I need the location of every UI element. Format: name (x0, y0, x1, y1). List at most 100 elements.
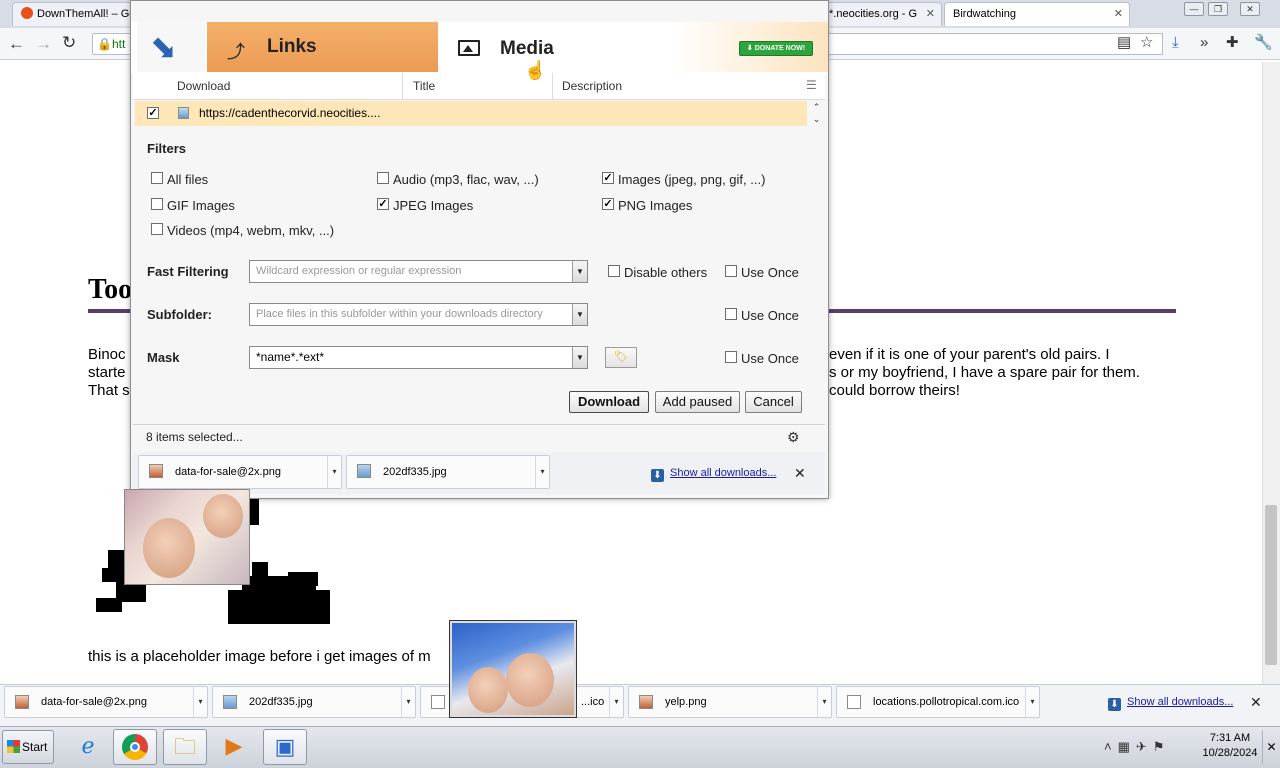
list-scrollbar[interactable]: ⌃ ⌄ (808, 101, 825, 130)
subfolder-input[interactable]: Place files in this subfolder within you… (249, 303, 588, 326)
filters-heading: Filters (147, 141, 187, 156)
browser-tab-birdwatching[interactable]: Birdwatching ✕ (944, 2, 1130, 26)
mask-use-once-checkbox[interactable] (725, 351, 737, 363)
tab-media[interactable]: Media (438, 22, 672, 72)
gear-icon[interactable]: ⚙ (787, 429, 800, 446)
column-picker-icon[interactable]: ☰ (806, 78, 817, 92)
fast-filtering-use-once-checkbox[interactable] (725, 265, 737, 277)
subfolder-use-once-checkbox[interactable] (725, 308, 737, 320)
downloads-icon[interactable]: ⤓ (1172, 34, 1179, 52)
show-desktop-button[interactable]: ✕ (1262, 730, 1280, 764)
maximize-button-2[interactable]: ❐ (1208, 2, 1228, 16)
chevron-down-icon[interactable]: ▾ (817, 687, 831, 717)
show-all-downloads-link[interactable]: ⬇ Show all downloads... (1108, 696, 1233, 711)
filter-videos-checkbox[interactable] (151, 223, 163, 235)
clock[interactable]: 7:31 AM 10/28/2024 (1198, 731, 1262, 761)
extensions-icon[interactable]: ✚ (1226, 34, 1239, 52)
chrome-taskbar-icon[interactable] (113, 729, 157, 765)
close-tab-icon[interactable]: ✕ (1114, 3, 1123, 25)
filter-jpeg-label: JPEG Images (393, 198, 474, 213)
chevron-down-icon[interactable]: ▼ (572, 347, 587, 368)
chevron-down-icon[interactable]: ▾ (327, 456, 341, 488)
mask-tag-button[interactable]: 🏷 (605, 347, 637, 368)
tab-links[interactable]: ⤴ Links (207, 22, 438, 72)
overflow-chevron-icon[interactable]: » (1200, 34, 1208, 52)
column-download[interactable]: Download (167, 73, 403, 100)
mouse-cursor-icon: ☝ (524, 60, 547, 80)
chevron-down-icon[interactable]: ▾ (401, 687, 415, 717)
ie-taskbar-icon[interactable]: ℯ (66, 729, 110, 765)
explorer-taskbar-icon[interactable]: 🗀 (163, 729, 207, 765)
browser-tab-downthemall[interactable]: DownThemAll! – Ge (12, 2, 136, 26)
jpg-file-icon (223, 695, 237, 709)
page-caption: this is a placeholder image before i get… (88, 648, 431, 665)
close-window-button-2[interactable]: ✕ (1240, 2, 1260, 16)
back-icon[interactable]: ← (8, 34, 25, 54)
shelf-download-item[interactable]: locations.pollotropical.com.ico ▾ (836, 686, 1040, 718)
download-arrow-icon: ⬇ (1108, 698, 1121, 711)
media-player-taskbar-icon[interactable]: ▶ (212, 729, 256, 765)
wrench-icon[interactable]: 🔧 (1254, 34, 1273, 52)
mask-label: Mask (147, 350, 180, 365)
reload-icon[interactable]: ↻ (62, 33, 76, 53)
reader-icon[interactable]: ▤ (1117, 34, 1131, 52)
chevron-down-icon[interactable]: ▾ (1025, 687, 1039, 717)
system-tray[interactable]: ˄▦✈⚑ (1104, 730, 1200, 764)
png-file-icon (639, 695, 653, 709)
filter-audio-checkbox[interactable] (377, 172, 389, 184)
image-icon (458, 40, 480, 56)
dialog-shelf-item[interactable]: 202df335.jpg ▾ (346, 455, 550, 489)
start-button[interactable]: Start (2, 730, 54, 764)
disable-others-label: Disable others (624, 265, 708, 280)
chevron-down-icon[interactable]: ▾ (609, 687, 623, 717)
chevron-down-icon[interactable]: ▾ (535, 456, 549, 488)
app-taskbar-icon[interactable]: ▣ (263, 729, 307, 765)
tag-icon: 🏷 (614, 351, 628, 363)
disable-others-checkbox[interactable] (608, 265, 620, 277)
download-arrow-icon: ⬇ (651, 469, 664, 482)
chevron-down-icon[interactable]: ▾ (193, 687, 207, 717)
forward-icon[interactable]: → (35, 34, 52, 54)
row-checkbox[interactable]: ✓ (147, 107, 159, 119)
close-tab-icon[interactable]: ✕ (926, 3, 935, 25)
address-bar-end[interactable] (828, 33, 1163, 55)
share-icon: ⤴ (227, 42, 245, 62)
column-description[interactable]: Description (552, 73, 802, 100)
donate-button[interactable]: ⬇ DONATE NOW! (739, 41, 813, 56)
image-file-icon (178, 107, 189, 119)
chevron-down-icon[interactable]: ▼ (572, 261, 587, 282)
scrollbar-thumb[interactable] (1265, 505, 1277, 665)
mask-input[interactable]: *name*.*ext* ▼ (249, 346, 588, 369)
dialog-shelf-item[interactable]: data-for-sale@2x.png ▾ (138, 455, 342, 489)
page-paragraph-left: Binoc starte That s (88, 346, 130, 399)
add-paused-button[interactable]: Add paused (655, 391, 740, 413)
shelf-download-item[interactable]: yelp.png ▾ (628, 686, 832, 718)
dialog-show-all-downloads-link[interactable]: ⬇ Show all downloads... (651, 467, 776, 482)
filter-all-files-checkbox[interactable] (151, 172, 163, 184)
page-paragraph-right: even if it is one of your parent's old p… (829, 346, 1140, 399)
selection-status: 8 items selected... (146, 430, 243, 444)
cancel-button[interactable]: Cancel (745, 391, 802, 413)
chevron-down-icon[interactable]: ▼ (572, 304, 587, 325)
filter-gif-checkbox[interactable] (151, 198, 163, 210)
fast-filtering-label: Fast Filtering (147, 264, 229, 279)
png-file-icon (15, 695, 29, 709)
minimize-button-2[interactable]: — (1184, 2, 1204, 16)
download-button[interactable]: Download (569, 391, 649, 413)
use-once-label: Use Once (741, 265, 799, 280)
file-icon (847, 695, 861, 709)
bookmark-star-icon[interactable]: ☆ (1140, 34, 1153, 52)
address-bar[interactable]: 🔒htt (92, 33, 132, 55)
filter-png-label: PNG Images (618, 198, 693, 213)
shelf-download-item[interactable]: 202df335.jpg ▾ (212, 686, 416, 718)
filter-png-checkbox[interactable]: ✓ (602, 198, 614, 210)
dialog-shelf-close-icon[interactable]: ✕ (794, 465, 806, 482)
filter-images-checkbox[interactable]: ✓ (602, 172, 614, 184)
browser-tab-neocities[interactable]: *.neocities.org - G ✕ (826, 2, 942, 26)
shelf-download-item[interactable]: data-for-sale@2x.png ▾ (4, 686, 208, 718)
png-file-icon (149, 464, 163, 478)
fast-filtering-input[interactable]: Wildcard expression or regular expressio… (249, 260, 588, 283)
filter-jpeg-checkbox[interactable]: ✓ (377, 198, 389, 210)
close-shelf-icon[interactable]: ✕ (1250, 694, 1262, 711)
jpg-file-icon (357, 464, 371, 478)
